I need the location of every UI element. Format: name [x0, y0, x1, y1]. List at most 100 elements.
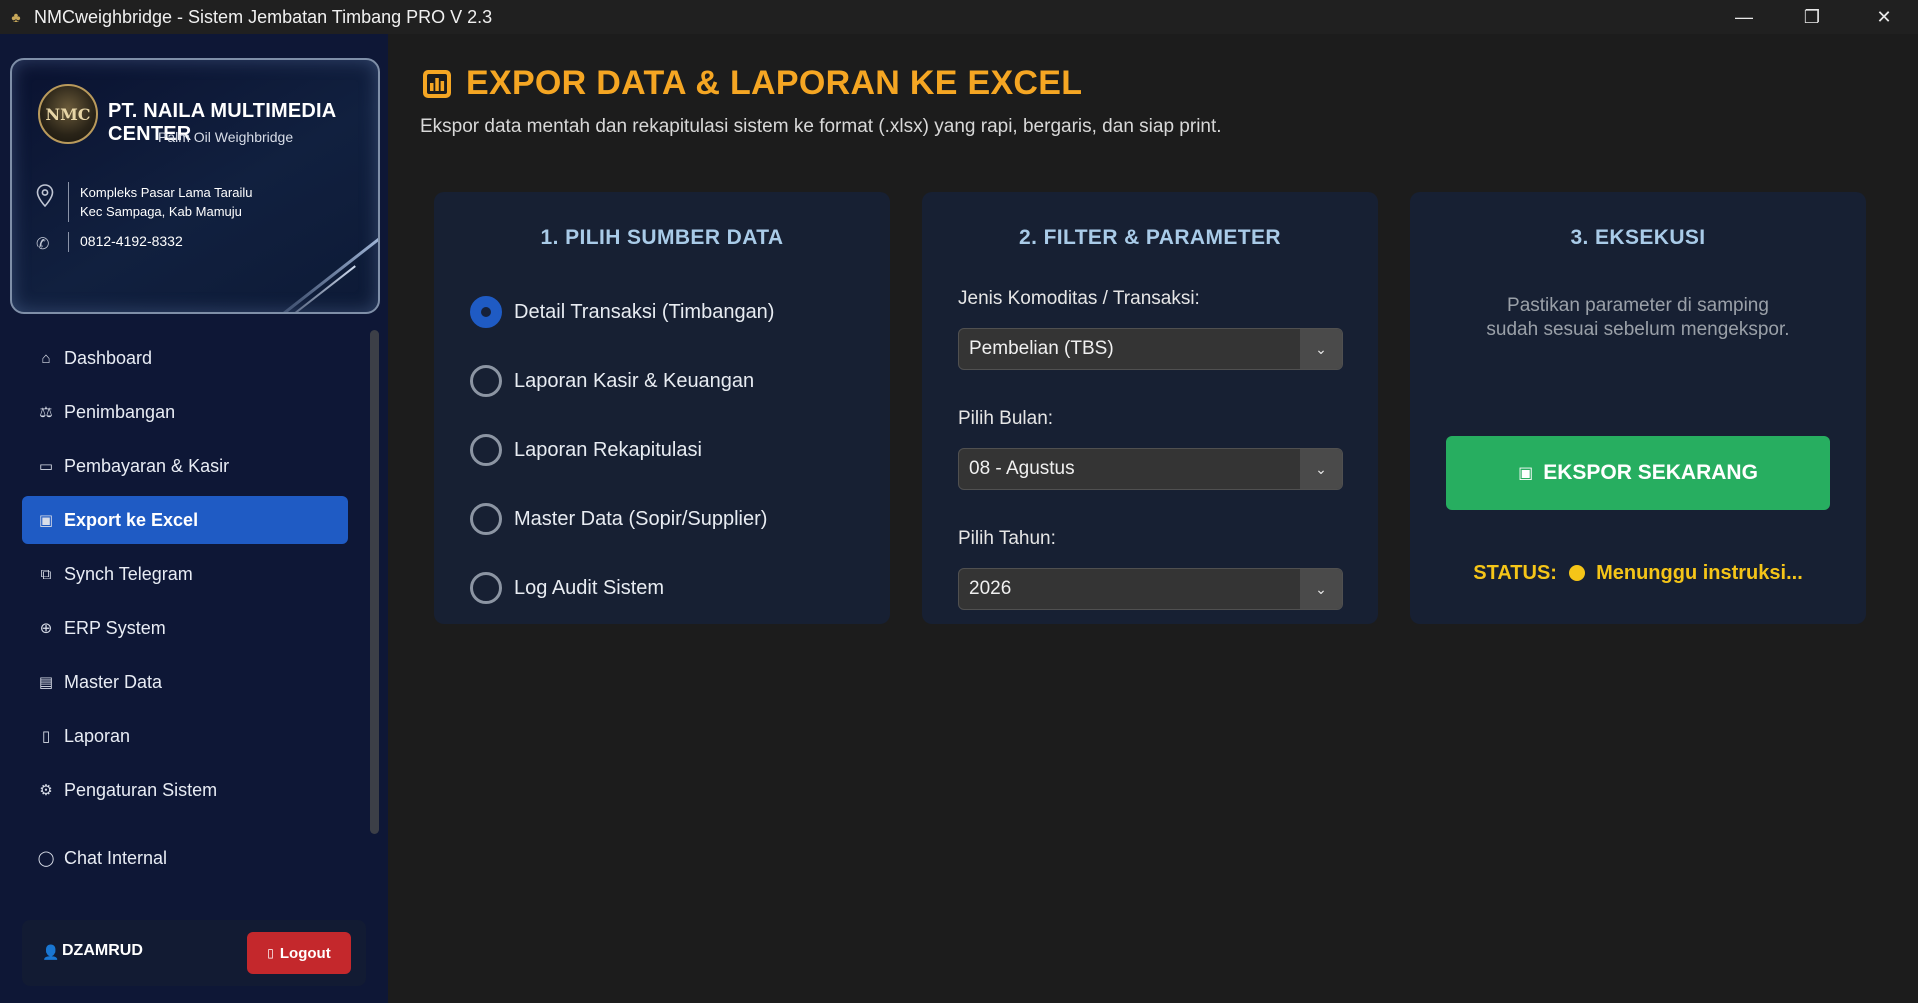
select-value: Pembelian (TBS)	[969, 338, 1114, 359]
phone-icon: ✆	[36, 236, 50, 253]
sidebar-item-penimbangan[interactable]: ⚖ Penimbangan	[22, 388, 348, 436]
radio-label: Laporan Rekapitulasi	[514, 438, 702, 461]
card-icon: ▭	[38, 458, 54, 475]
execute-card: 3. EKSEKUSI Pastikan parameter di sampin…	[1410, 192, 1866, 624]
select-value: 2026	[969, 578, 1012, 599]
year-select[interactable]: 2026 ⌄	[958, 568, 1343, 610]
globe-icon: ⊕	[39, 620, 53, 637]
company-tagline: Palm Oil Weighbridge	[158, 129, 294, 145]
radio-button[interactable]	[470, 365, 502, 397]
commodity-select[interactable]: Pembelian (TBS) ⌄	[958, 328, 1343, 370]
logout-label: Logout	[279, 944, 331, 962]
scale-icon: ⚖	[39, 404, 53, 421]
card-title: 3. EKSEKUSI	[1570, 226, 1706, 249]
user-icon: 👤	[42, 944, 60, 960]
decorative-streak	[245, 236, 378, 312]
app-icon: ♣	[11, 9, 21, 25]
decorative-streak	[260, 265, 356, 312]
minimize-icon[interactable]: —	[1710, 0, 1778, 34]
page-title: EXPOR DATA & LAPORAN KE EXCEL	[466, 64, 1083, 102]
card-title: 2. FILTER & PARAMETER	[1019, 226, 1281, 249]
sidebar-item-label: Laporan	[64, 725, 131, 746]
radio-label: Laporan Kasir & Keuangan	[514, 369, 755, 392]
sidebar-item-laporan[interactable]: ▯ Laporan	[22, 712, 348, 760]
folder-icon: ▤	[38, 674, 54, 691]
page-header: EXPOR DATA & LAPORAN KE EXCEL	[422, 64, 1082, 103]
radio-log-audit[interactable]: Log Audit Sistem	[470, 572, 664, 604]
sidebar-item-label: Penimbangan	[64, 401, 176, 422]
window-title: NMCweighbridge - Sistem Jembatan Timbang…	[34, 6, 493, 27]
month-select[interactable]: 08 - Agustus ⌄	[958, 448, 1343, 490]
sidebar-item-synch-telegram[interactable]: ⧉ Synch Telegram	[22, 550, 348, 598]
main-content: EXPOR DATA & LAPORAN KE EXCEL Ekspor dat…	[388, 34, 1918, 1003]
select-value: 08 - Agustus	[969, 458, 1075, 479]
close-icon[interactable]: ✕	[1850, 0, 1918, 34]
sidebar-item-label: Pengaturan Sistem	[64, 779, 218, 800]
sidebar-item-erp-system[interactable]: ⊕ ERP System	[22, 604, 348, 652]
sidebar-item-label: Synch Telegram	[64, 563, 193, 584]
month-label: Pilih Bulan:	[958, 408, 1054, 429]
radio-laporan-rekapitulasi[interactable]: Laporan Rekapitulasi	[470, 434, 702, 466]
address-line-1: Kompleks Pasar Lama Tarailu	[80, 185, 253, 200]
title-bar: ♣ NMCweighbridge - Sistem Jembatan Timba…	[0, 0, 1918, 34]
sidebar-item-label: Dashboard	[64, 347, 153, 368]
radio-button[interactable]	[470, 572, 502, 604]
page-subtitle: Ekspor data mentah dan rekapitulasi sist…	[420, 116, 1222, 137]
sidebar-item-dashboard[interactable]: ⌂ Dashboard	[22, 334, 348, 382]
radio-button[interactable]	[470, 434, 502, 466]
sidebar-item-pembayaran-kasir[interactable]: ▭ Pembayaran & Kasir	[22, 442, 348, 490]
company-card: NMC PT. NAILA MULTIMEDIA CENTER Palm Oil…	[10, 58, 380, 314]
commodity-label: Jenis Komoditas / Transaksi:	[958, 288, 1200, 309]
location-pin-icon	[36, 184, 54, 208]
sidebar-scrollbar[interactable]	[370, 330, 379, 834]
chevron-down-icon[interactable]: ⌄	[1300, 329, 1342, 369]
radio-label: Master Data (Sopir/Supplier)	[514, 507, 768, 530]
bar-chart-icon	[423, 69, 451, 98]
sidebar-item-master-data[interactable]: ▤ Master Data	[22, 658, 348, 706]
filter-card: 2. FILTER & PARAMETER Jenis Komoditas / …	[922, 192, 1378, 624]
sidebar-item-label: ERP System	[64, 617, 166, 638]
radio-label: Detail Transaksi (Timbangan)	[514, 300, 775, 323]
home-icon: ⌂	[41, 349, 51, 367]
button-label: EKSPOR SEKARANG	[1543, 461, 1758, 484]
chevron-down-icon[interactable]: ⌄	[1300, 569, 1342, 609]
export-now-button[interactable]: ▣ EKSPOR SEKARANG	[1446, 436, 1830, 510]
radio-label: Log Audit Sistem	[514, 576, 665, 599]
radio-master-data[interactable]: Master Data (Sopir/Supplier)	[470, 503, 767, 535]
sidebar-item-label: Chat Internal	[64, 847, 168, 868]
sidebar-item-pengaturan-sistem[interactable]: ⚙ Pengaturan Sistem	[22, 766, 348, 814]
status-text: Menunggu instruksi...	[1596, 562, 1803, 584]
company-logo: NMC	[38, 84, 98, 144]
chat-icon: ◯	[37, 850, 55, 867]
note-line: sudah sesuai sebelum mengekspor.	[1486, 319, 1790, 340]
export-icon: ▣	[38, 512, 54, 529]
logout-icon: ▯	[267, 946, 274, 960]
card-title: 1. PILIH SUMBER DATA	[540, 226, 784, 249]
divider	[68, 182, 69, 222]
radio-detail-transaksi[interactable]: Detail Transaksi (Timbangan)	[470, 296, 774, 328]
sidebar-item-label: Master Data	[64, 671, 163, 692]
sync-icon: ⧉	[40, 565, 52, 583]
document-icon: ▯	[41, 728, 51, 745]
radio-button[interactable]	[470, 503, 502, 535]
note-line: Pastikan parameter di samping	[1507, 295, 1769, 316]
sidebar-item-label: Export ke Excel	[64, 509, 199, 530]
maximize-icon[interactable]: ❐	[1778, 0, 1846, 34]
address-line-2: Kec Sampaga, Kab Mamuju	[80, 204, 242, 219]
divider	[68, 232, 69, 252]
username: DZAMRUD	[62, 942, 143, 959]
company-phone: 0812-4192-8332	[80, 233, 183, 249]
sidebar-item-label: Pembayaran & Kasir	[64, 455, 230, 476]
sidebar-item-chat-internal[interactable]: ◯ Chat Internal	[22, 834, 348, 882]
radio-laporan-kasir[interactable]: Laporan Kasir & Keuangan	[470, 365, 754, 397]
gear-icon: ⚙	[39, 782, 53, 799]
logout-button[interactable]: ▯ Logout	[247, 932, 351, 974]
status-dot-icon	[1568, 565, 1585, 581]
source-card: 1. PILIH SUMBER DATA Detail Transaksi (T…	[434, 192, 890, 624]
sidebar-item-export-excel[interactable]: ▣ Export ke Excel	[22, 496, 348, 544]
status-label: STATUS:	[1473, 562, 1557, 584]
chevron-down-icon[interactable]: ⌄	[1300, 449, 1342, 489]
sidebar: NMC PT. NAILA MULTIMEDIA CENTER Palm Oil…	[0, 34, 388, 1003]
user-panel: 👤 DZAMRUD ▯ Logout	[22, 920, 366, 986]
radio-button-checked[interactable]	[470, 296, 502, 328]
